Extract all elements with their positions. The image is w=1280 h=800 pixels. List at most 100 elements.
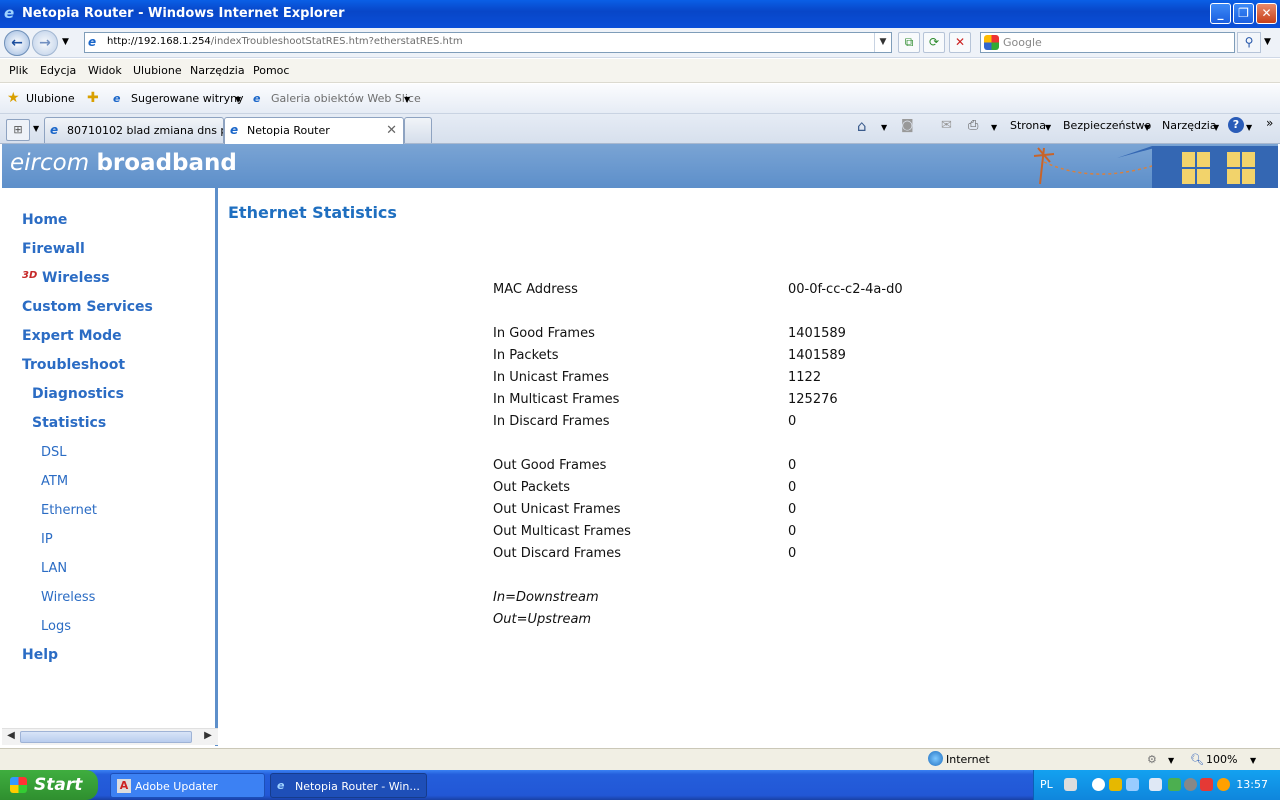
stat-value: 0 xyxy=(788,524,797,539)
menu-edit[interactable]: Edycja xyxy=(40,64,76,77)
print-dropdown-icon[interactable]: ▼ xyxy=(991,123,997,132)
tab-netopia-router[interactable]: e Netopia Router ✕ xyxy=(224,117,404,144)
quick-tabs-icon[interactable]: ⊞ xyxy=(6,119,30,141)
nav-stats-logs[interactable]: Logs xyxy=(41,619,71,634)
maximize-button[interactable]: ❐ xyxy=(1233,3,1254,24)
print-icon[interactable]: ⎙ xyxy=(968,118,978,133)
start-button[interactable]: Start xyxy=(0,770,98,800)
language-indicator[interactable]: PL xyxy=(1040,778,1053,791)
network-icon[interactable] xyxy=(1126,778,1139,791)
stat-label: Out Packets xyxy=(493,480,571,495)
nav-wireless[interactable]: Wireless xyxy=(42,270,110,286)
home-icon[interactable]: ⌂ xyxy=(857,117,867,135)
more-commands-icon[interactable]: » xyxy=(1266,116,1273,130)
tab-list-dropdown-icon[interactable]: ▼ xyxy=(33,124,39,133)
antivirus-icon[interactable] xyxy=(1200,778,1213,791)
menu-favorites[interactable]: Ulubione xyxy=(133,64,182,77)
help-dropdown-icon[interactable]: ▼ xyxy=(1246,123,1252,132)
stop-icon[interactable]: ✕ xyxy=(949,32,971,53)
nav-expert-mode[interactable]: Expert Mode xyxy=(22,328,122,344)
address-url[interactable]: http://192.168.1.254/indexTroubleshootSt… xyxy=(107,36,463,47)
status-bar: Internet ⚙ ▼ 🔍︎ 100% ▼ xyxy=(0,748,1280,770)
messenger-icon[interactable] xyxy=(1149,778,1162,791)
nav-custom-services[interactable]: Custom Services xyxy=(22,299,153,315)
page-menu[interactable]: Strona xyxy=(1010,119,1046,132)
nav-troubleshoot[interactable]: Troubleshoot xyxy=(22,357,125,373)
menu-file[interactable]: Plik xyxy=(9,64,28,77)
tools-menu[interactable]: Narzędzia xyxy=(1162,119,1217,132)
scroll-right-icon[interactable]: ▶ xyxy=(201,730,215,744)
address-dropdown-icon[interactable]: ▼ xyxy=(874,33,891,52)
protected-mode-dropdown-icon[interactable]: ▼ xyxy=(1168,756,1174,765)
nav-stats-ip[interactable]: IP xyxy=(41,532,53,547)
web-slice-gallery-link[interactable]: Galeria obiektów Web Slice xyxy=(271,92,421,105)
nav-firewall[interactable]: Firewall xyxy=(22,241,85,257)
nav-home[interactable]: Home xyxy=(22,212,67,228)
minimize-button[interactable]: _ xyxy=(1210,3,1231,24)
nav-horizontal-scrollbar[interactable]: ◀ ▶ xyxy=(2,728,218,745)
help-icon[interactable]: ? xyxy=(1228,117,1244,133)
nav-diagnostics[interactable]: Diagnostics xyxy=(32,386,124,402)
security-tray-icon[interactable] xyxy=(1184,778,1197,791)
menu-bar: Plik Edycja Widok Ulubione Narzędzia Pom… xyxy=(0,59,1280,83)
favorites-bar: ★ Ulubione ✚ e Sugerowane witryny ▼ e Ga… xyxy=(0,84,1280,114)
page-title: Ethernet Statistics xyxy=(228,203,397,222)
zoom-dropdown-icon[interactable]: ▼ xyxy=(1250,756,1256,765)
menu-tools[interactable]: Narzędzia xyxy=(190,64,245,77)
history-dropdown-icon[interactable]: ▼ xyxy=(62,37,69,47)
safety-menu-dropdown-icon[interactable]: ▼ xyxy=(1144,123,1150,132)
stat-label: In Discard Frames xyxy=(493,414,610,429)
favorites-star-icon[interactable]: ★ xyxy=(7,90,20,106)
nav-stats-atm[interactable]: ATM xyxy=(41,474,68,489)
scroll-left-icon[interactable]: ◀ xyxy=(4,730,18,744)
nav-statistics[interactable]: Statistics xyxy=(32,415,106,431)
search-options-icon[interactable]: ▼ xyxy=(1264,37,1271,47)
menu-view[interactable]: Widok xyxy=(88,64,122,77)
alert-icon[interactable] xyxy=(1217,778,1230,791)
compatibility-view-icon[interactable]: ⧉ xyxy=(898,32,920,53)
nav-help[interactable]: Help xyxy=(22,647,58,663)
close-button[interactable]: ✕ xyxy=(1256,3,1277,24)
security-zone[interactable]: Internet xyxy=(946,753,990,766)
back-button[interactable]: ← xyxy=(4,30,30,56)
brand-logo: eircom broadband xyxy=(10,150,237,176)
tray-app-icon[interactable] xyxy=(1109,778,1122,791)
safety-menu[interactable]: Bezpieczeństwo xyxy=(1063,119,1151,132)
web-slice-dropdown-icon[interactable]: ▼ xyxy=(404,95,410,104)
refresh-icon[interactable]: ⟳ xyxy=(923,32,945,53)
tab-forum[interactable]: e 80710102 blad zmiana dns p... xyxy=(44,117,224,143)
suggested-sites-dropdown-icon[interactable]: ▼ xyxy=(235,95,241,104)
forward-button[interactable]: → xyxy=(32,30,58,56)
nav-stats-ethernet[interactable]: Ethernet xyxy=(41,503,97,518)
protected-mode-icon[interactable]: ⚙ xyxy=(1147,753,1157,766)
task-adobe-updater[interactable]: A Adobe Updater xyxy=(110,773,265,798)
clock: 13:57 xyxy=(1236,778,1268,791)
home-dropdown-icon[interactable]: ▼ xyxy=(881,123,887,132)
zoom-icon: 🔍︎ xyxy=(1190,753,1204,766)
search-button[interactable]: ⚲ xyxy=(1237,32,1261,53)
task-netopia-router[interactable]: e Netopia Router - Win... xyxy=(270,773,427,798)
search-box[interactable]: Google xyxy=(980,32,1235,53)
mail-icon[interactable]: ✉ xyxy=(941,118,952,133)
add-favorite-icon[interactable]: ✚ xyxy=(87,90,99,106)
nav-stats-dsl[interactable]: DSL xyxy=(41,445,67,460)
keyboard-icon[interactable] xyxy=(1064,778,1077,791)
zoom-level[interactable]: 100% xyxy=(1206,753,1237,766)
feeds-icon[interactable]: ◙ xyxy=(901,118,914,133)
google-icon xyxy=(984,35,999,50)
tray-expand-icon[interactable] xyxy=(1092,778,1105,791)
address-bar[interactable]: e http://192.168.1.254/indexTroubleshoot… xyxy=(84,32,892,53)
menu-help[interactable]: Pomoc xyxy=(253,64,289,77)
nav-stats-wireless[interactable]: Wireless xyxy=(41,590,95,605)
nav-stats-lan[interactable]: LAN xyxy=(41,561,67,576)
close-tab-icon[interactable]: ✕ xyxy=(386,123,397,138)
suggested-sites-link[interactable]: Sugerowane witryny xyxy=(131,92,244,105)
window-title: Netopia Router - Windows Internet Explor… xyxy=(22,6,345,21)
update-icon[interactable] xyxy=(1168,778,1181,791)
new-tab-button[interactable] xyxy=(404,117,432,143)
tools-menu-dropdown-icon[interactable]: ▼ xyxy=(1213,123,1219,132)
favorites-button[interactable]: Ulubione xyxy=(26,92,75,105)
stat-value: 0 xyxy=(788,458,797,473)
page-menu-dropdown-icon[interactable]: ▼ xyxy=(1045,123,1051,132)
scroll-thumb[interactable] xyxy=(20,731,192,743)
